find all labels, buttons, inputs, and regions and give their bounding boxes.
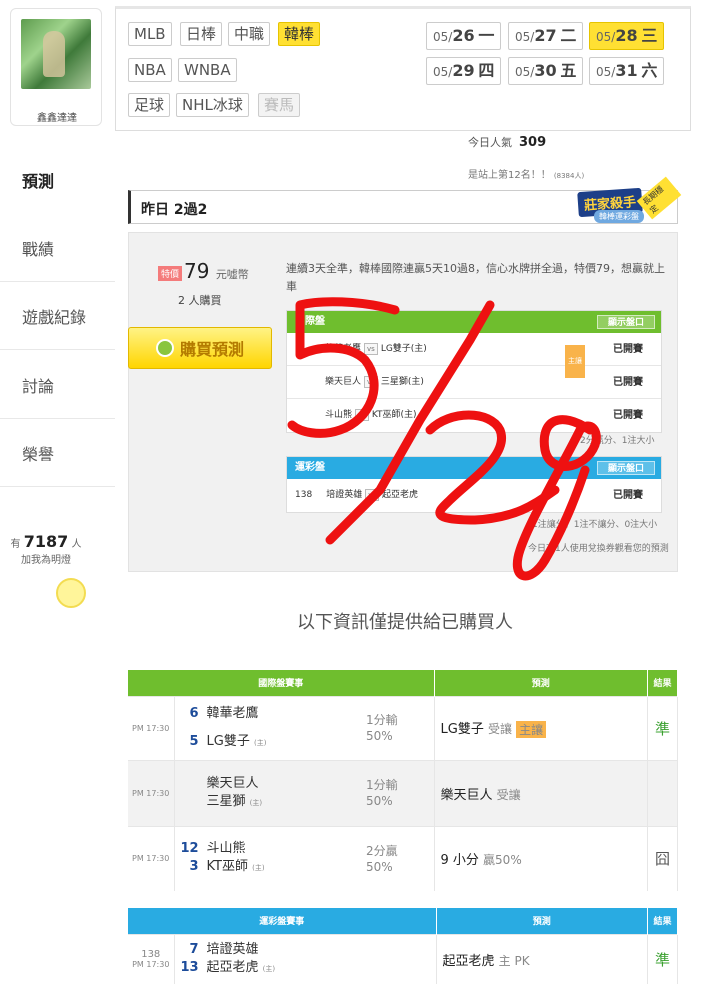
buy-prediction-button[interactable]: 購買預測	[128, 327, 272, 369]
date-0528[interactable]: 05/28 三	[589, 22, 665, 50]
date-0526[interactable]: 05/26 一	[426, 22, 502, 50]
fans-sub: 加我為明燈	[21, 555, 71, 566]
table-row: PM 17:30 6 韓華老鷹 5 LG雙子 (主) 1分輸 50% LG雙子 受讓 …	[128, 695, 678, 760]
username[interactable]: 鑫鑫達達	[11, 109, 103, 124]
intl-header-pred: 預測	[434, 670, 648, 696]
league-cpbl[interactable]: 中職	[228, 22, 271, 46]
intl-header-game: 國際盤賽事	[128, 670, 435, 696]
result-win: 準	[647, 695, 678, 760]
result-win: 準	[647, 933, 678, 984]
table-row: 韓華老鷹 vs LG雙子(主) 主讓 已開賽	[287, 333, 661, 378]
date-0529[interactable]: 05/29 四	[426, 57, 502, 85]
buyers-count: 2 人購買	[178, 294, 222, 307]
sport-header-pred: 預測	[436, 908, 648, 934]
award-badge: 莊家殺手 韓棒運彩盤 長期穩定	[577, 176, 682, 228]
table-row: 樂天巨人 vs 三星獅(主) 已開賽	[287, 366, 661, 399]
table-row: PM 17:30 12 斗山熊 3 KT巫師 (主) 2分贏 50% 9 小分 贏50…	[128, 825, 678, 891]
nav-item-predict[interactable]: 預測	[0, 146, 115, 214]
table-row: 斗山熊 vs KT巫師(主) 已開賽	[325, 408, 643, 421]
fans-suffix: 人	[71, 539, 82, 550]
date-0527[interactable]: 05/27 二	[508, 22, 584, 50]
avatar[interactable]	[21, 19, 91, 89]
intl-result-table: 國際盤賽事 預測 結果 PM 17:30 6 韓華老鷹 5 LG雙子 (主) 1分輸…	[128, 670, 678, 891]
fans-prefix: 有	[10, 539, 21, 550]
intl-preview-table: 國際盤 顯示盤口 韓華老鷹 vs LG雙子(主) 主讓 已開賽 樂天巨人 vs 三星獅(主) 已…	[286, 310, 662, 433]
sport-preview-table: 運彩盤 顯示盤口 138 培證英雄 vs 起亞老虎 已開賽	[286, 456, 662, 513]
result-lose: 囧	[647, 825, 678, 891]
sport-header-game: 運彩盤賽事	[128, 908, 437, 934]
sport-result-table: 運彩盤賽事 預測 結果 138 PM 17:30 7 培證英雄 13 起亞老虎 (主)…	[128, 908, 678, 984]
voucher-note: 今日有1人使用兌換券觀看您的預測	[528, 544, 669, 554]
intl-summary: 2分贏分、1注大小	[580, 436, 655, 446]
table-row: 138 培證英雄 vs 起亞老虎 已開賽	[295, 488, 643, 501]
nav-item-record[interactable]: 戰績	[0, 214, 115, 282]
intl-preview-header: 國際盤 顯示盤口	[287, 311, 661, 333]
league-horse[interactable]: 賽馬	[258, 93, 301, 117]
date-0531[interactable]: 05/31 六	[589, 57, 665, 85]
rank-text: 是站上第12名！！ (8384人)	[468, 170, 585, 181]
coin-icon	[155, 339, 174, 357]
show-odds-button[interactable]: 顯示盤口	[596, 315, 655, 329]
sport-preview-header: 運彩盤 顯示盤口	[287, 457, 661, 479]
sport-summary: 1注讓分、1注不讓分、0注大小	[532, 520, 658, 530]
league-nhl[interactable]: NHL冰球	[176, 93, 249, 117]
price: 79 元噓幣	[184, 259, 249, 283]
league-soccer[interactable]: 足球	[128, 93, 171, 117]
table-row: 138 PM 17:30 7 培證英雄 13 起亞老虎 (主) 起亞老虎 主 PK 準	[128, 933, 678, 984]
league-kbo[interactable]: 韓棒	[278, 22, 321, 46]
left-sidebar: 鑫鑫達達 預測 戰績 遊戲紀錄 討論 榮譽 有 7187 人 加我為明燈	[0, 0, 115, 1000]
league-wnba[interactable]: WNBA	[178, 58, 237, 82]
nav-item-discussion[interactable]: 討論	[0, 351, 115, 419]
lightbulb-icon[interactable]	[56, 578, 86, 608]
league-npb[interactable]: 日棒	[180, 22, 223, 46]
league-mlb[interactable]: MLB	[128, 22, 172, 46]
fans-count: 7187	[23, 532, 69, 551]
date-0530[interactable]: 05/30 五	[508, 57, 584, 85]
profile-card[interactable]: 鑫鑫達達	[10, 8, 102, 126]
buyers-only-title: 以下資訊僅提供給已購買人	[297, 612, 513, 633]
nav-item-honor[interactable]: 榮譽	[0, 419, 115, 487]
sport-header-result: 結果	[647, 908, 678, 934]
special-price-tag: 特價	[158, 266, 183, 281]
table-row: PM 17:30 樂天巨人 三星獅 (主) 1分輸 50% 樂天巨人 受讓	[128, 759, 678, 826]
popularity: 今日人氣 309	[468, 135, 547, 150]
nav-item-game-log[interactable]: 遊戲紀錄	[0, 282, 115, 350]
league-nba[interactable]: NBA	[128, 58, 172, 82]
offer-note: 連續3天全準，韓棒國際連贏5天10過8，信心水牌拼全過，特價79，想贏就上車	[286, 262, 665, 293]
intl-header-result: 結果	[647, 670, 678, 696]
show-odds-button-2[interactable]: 顯示盤口	[596, 461, 655, 475]
